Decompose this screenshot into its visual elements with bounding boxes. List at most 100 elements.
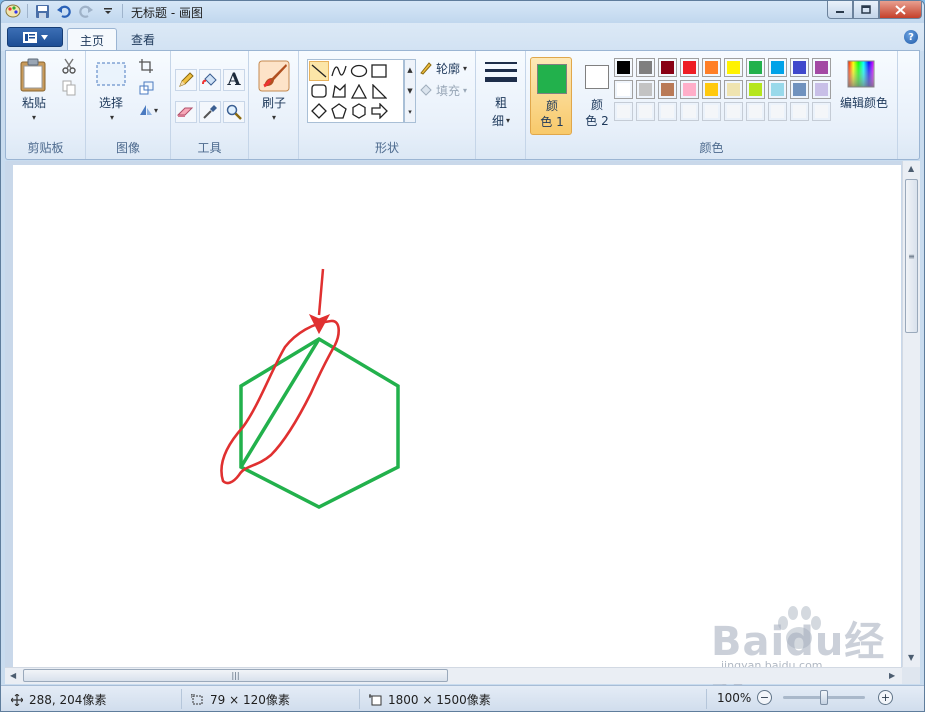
palette-swatch[interactable] xyxy=(746,58,765,77)
gallery-expand-icon[interactable]: ▾ xyxy=(408,108,412,116)
palette-swatch[interactable] xyxy=(680,80,699,99)
palette-empty-swatch[interactable] xyxy=(614,102,633,121)
right-arrow-shape-icon xyxy=(370,103,388,119)
palette-swatch[interactable] xyxy=(636,58,655,77)
tab-view[interactable]: 查看 xyxy=(119,28,167,51)
pencil-tool[interactable] xyxy=(175,69,197,91)
palette-empty-swatch[interactable] xyxy=(768,102,787,121)
fill-tool[interactable] xyxy=(199,69,221,91)
fill-button[interactable]: 填充 ▾ xyxy=(419,81,477,99)
zoom-slider-thumb[interactable] xyxy=(820,690,828,705)
shape-rectangle[interactable] xyxy=(369,61,389,81)
zoom-slider[interactable] xyxy=(783,690,865,705)
fill-icon xyxy=(420,84,432,96)
shape-line[interactable] xyxy=(309,61,329,81)
vertical-scrollbar[interactable]: ▲ ≡ ▼ xyxy=(902,161,920,667)
palette-swatch[interactable] xyxy=(658,80,677,99)
hexagon-shape xyxy=(239,336,400,509)
gallery-down-icon[interactable]: ▼ xyxy=(407,87,412,95)
outline-button[interactable]: 轮廓 ▾ xyxy=(419,59,477,77)
paste-dropdown-icon[interactable]: ▾ xyxy=(28,113,40,122)
color-picker-tool[interactable] xyxy=(199,101,221,123)
palette-swatch[interactable] xyxy=(768,80,787,99)
palette-empty-swatch[interactable] xyxy=(724,102,743,121)
palette-empty-swatch[interactable] xyxy=(790,102,809,121)
palette-swatch[interactable] xyxy=(790,58,809,77)
cut-icon[interactable] xyxy=(60,57,78,75)
palette-empty-swatch[interactable] xyxy=(658,102,677,121)
paste-button[interactable] xyxy=(16,57,52,93)
shape-hexagon[interactable] xyxy=(349,101,369,121)
horizontal-scroll-thumb[interactable]: ||| xyxy=(23,669,448,682)
palette-swatch[interactable] xyxy=(812,80,831,99)
save-icon[interactable] xyxy=(34,3,50,19)
shape-oval[interactable] xyxy=(349,61,369,81)
shape-right-arrow[interactable] xyxy=(369,101,389,121)
select-dropdown-icon[interactable]: ▾ xyxy=(106,113,118,122)
brushes-button[interactable] xyxy=(257,59,291,93)
rotate-button[interactable]: ▾ xyxy=(134,101,162,119)
select-button[interactable] xyxy=(94,59,128,89)
text-tool[interactable]: A xyxy=(223,69,245,91)
undo-icon[interactable] xyxy=(56,3,72,19)
brushes-dropdown-icon[interactable]: ▾ xyxy=(268,113,280,122)
edit-colors-button[interactable] xyxy=(844,57,878,91)
palette-swatch[interactable] xyxy=(614,58,633,77)
palette-swatch[interactable] xyxy=(614,80,633,99)
customize-qat-icon[interactable] xyxy=(100,3,116,19)
shape-rounded-rectangle[interactable] xyxy=(309,81,329,101)
palette-empty-swatch[interactable] xyxy=(746,102,765,121)
palette-swatch[interactable] xyxy=(724,80,743,99)
minimize-button[interactable] xyxy=(827,1,853,19)
drawing-canvas[interactable]: Baidu经验 jingyan.baidu.com xyxy=(13,165,901,711)
shape-right-triangle[interactable] xyxy=(369,81,389,101)
resize-icon[interactable] xyxy=(136,79,156,97)
close-button[interactable] xyxy=(879,1,922,19)
zoom-out-button[interactable]: − xyxy=(757,690,772,705)
color1-button[interactable]: 颜 色 1 xyxy=(530,57,572,135)
shape-diamond[interactable] xyxy=(309,101,329,121)
scroll-down-icon[interactable]: ▼ xyxy=(908,653,914,662)
copy-icon[interactable] xyxy=(60,79,78,97)
shape-pentagon[interactable] xyxy=(329,101,349,121)
palette-empty-swatch[interactable] xyxy=(636,102,655,121)
palette-swatch[interactable] xyxy=(702,80,721,99)
scroll-right-icon[interactable]: ▶ xyxy=(889,671,895,680)
palette-swatch[interactable] xyxy=(658,58,677,77)
palette-empty-swatch[interactable] xyxy=(812,102,831,121)
ribbon-tabs: 主页 查看 ? xyxy=(1,23,924,51)
palette-swatch[interactable] xyxy=(768,58,787,77)
horizontal-scrollbar[interactable]: ◀ ||| ▶ xyxy=(5,667,902,684)
palette-empty-swatch[interactable] xyxy=(680,102,699,121)
palette-swatch[interactable] xyxy=(812,58,831,77)
palette-swatch[interactable] xyxy=(680,58,699,77)
palette-swatch[interactable] xyxy=(746,80,765,99)
help-button[interactable]: ? xyxy=(904,30,918,44)
redo-icon[interactable] xyxy=(78,3,94,19)
tab-home[interactable]: 主页 xyxy=(67,28,118,51)
color2-button[interactable]: 颜 色 2 xyxy=(576,57,618,135)
eraser-tool[interactable] xyxy=(175,101,197,123)
shape-curve[interactable] xyxy=(329,61,349,81)
palette-swatch-fill xyxy=(771,105,784,118)
shape-polygon[interactable] xyxy=(329,81,349,101)
palette-swatch[interactable] xyxy=(636,80,655,99)
scroll-left-icon[interactable]: ◀ xyxy=(10,671,16,680)
shapes-gallery-scroll[interactable]: ▲ ▼ ▾ xyxy=(404,59,416,123)
vertical-scroll-thumb[interactable]: ≡ xyxy=(905,179,918,333)
size-label-line2: 细 xyxy=(491,114,504,128)
zoom-in-button[interactable]: + xyxy=(878,690,893,705)
maximize-button[interactable] xyxy=(853,1,879,19)
palette-swatch[interactable] xyxy=(702,58,721,77)
size-button[interactable] xyxy=(482,59,520,89)
paint-app-icon[interactable] xyxy=(5,3,21,19)
file-menu-button[interactable] xyxy=(7,27,63,47)
scroll-up-icon[interactable]: ▲ xyxy=(908,164,914,173)
crop-icon[interactable] xyxy=(136,57,156,75)
palette-swatch[interactable] xyxy=(790,80,809,99)
magnifier-tool[interactable] xyxy=(223,101,245,123)
gallery-up-icon[interactable]: ▲ xyxy=(407,66,412,74)
palette-empty-swatch[interactable] xyxy=(702,102,721,121)
palette-swatch[interactable] xyxy=(724,58,743,77)
shape-triangle[interactable] xyxy=(349,81,369,101)
